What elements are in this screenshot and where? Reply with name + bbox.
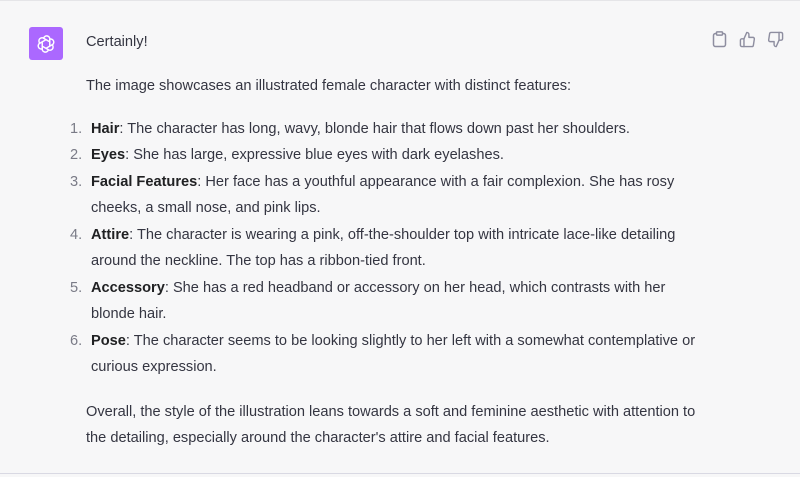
clipboard-icon bbox=[712, 30, 726, 47]
list-item: 1. Hair: The character has long, wavy, bl… bbox=[70, 116, 706, 143]
item-text: : The character has long, wavy, blonde h… bbox=[119, 120, 630, 137]
list-number: 5. bbox=[70, 279, 83, 296]
greeting-text: Certainly! bbox=[86, 34, 148, 50]
item-text: : The character seems to be looking slig… bbox=[91, 332, 696, 376]
list-number: 4. bbox=[70, 226, 83, 243]
list-item: 2. Eyes: She has large, expressive blue e… bbox=[70, 142, 706, 169]
list-number: 1. bbox=[70, 120, 83, 137]
thumbs-down-button[interactable] bbox=[765, 30, 785, 48]
item-title: Hair bbox=[91, 120, 120, 137]
item-title: Accessory bbox=[91, 279, 165, 296]
item-title: Pose bbox=[91, 332, 126, 349]
feature-list: 1. Hair: The character has long, wavy, bl… bbox=[70, 116, 706, 381]
thumbs-up-button[interactable] bbox=[737, 30, 757, 48]
copy-button[interactable] bbox=[709, 30, 729, 48]
assistant-message: Certainly! The image showcases an illust… bbox=[70, 29, 706, 452]
openai-logo-icon bbox=[37, 34, 55, 53]
list-number: 2. bbox=[70, 147, 83, 163]
list-item: 3. Facial Features: Her face has a youthf… bbox=[70, 169, 706, 222]
top-divider bbox=[0, 0, 800, 1]
list-number: 3. bbox=[70, 173, 83, 190]
assistant-avatar bbox=[29, 27, 63, 60]
message-actions bbox=[709, 30, 785, 48]
list-item: 4. Attire: The character is wearing a pin… bbox=[70, 222, 706, 275]
item-text: : The character is wearing a pink, off-t… bbox=[91, 226, 676, 270]
bottom-divider bbox=[0, 473, 800, 474]
item-title: Eyes bbox=[91, 147, 126, 163]
item-text: : She has large, expressive blue eyes wi… bbox=[125, 147, 504, 163]
list-item: 5. Accessory: She has a red headband or a… bbox=[70, 275, 706, 328]
list-number: 6. bbox=[70, 332, 83, 349]
summary-paragraph: Overall, the style of the illustration l… bbox=[86, 403, 696, 447]
thumbs-down-icon bbox=[767, 31, 783, 47]
item-title: Attire bbox=[91, 226, 130, 243]
thumbs-up-icon bbox=[739, 31, 755, 47]
item-title: Facial Features bbox=[91, 173, 198, 190]
item-text: : She has a red headband or accessory on… bbox=[91, 279, 666, 323]
intro-paragraph: The image showcases an illustrated femal… bbox=[86, 78, 572, 94]
list-item: 6. Pose: The character seems to be lookin… bbox=[70, 328, 706, 381]
